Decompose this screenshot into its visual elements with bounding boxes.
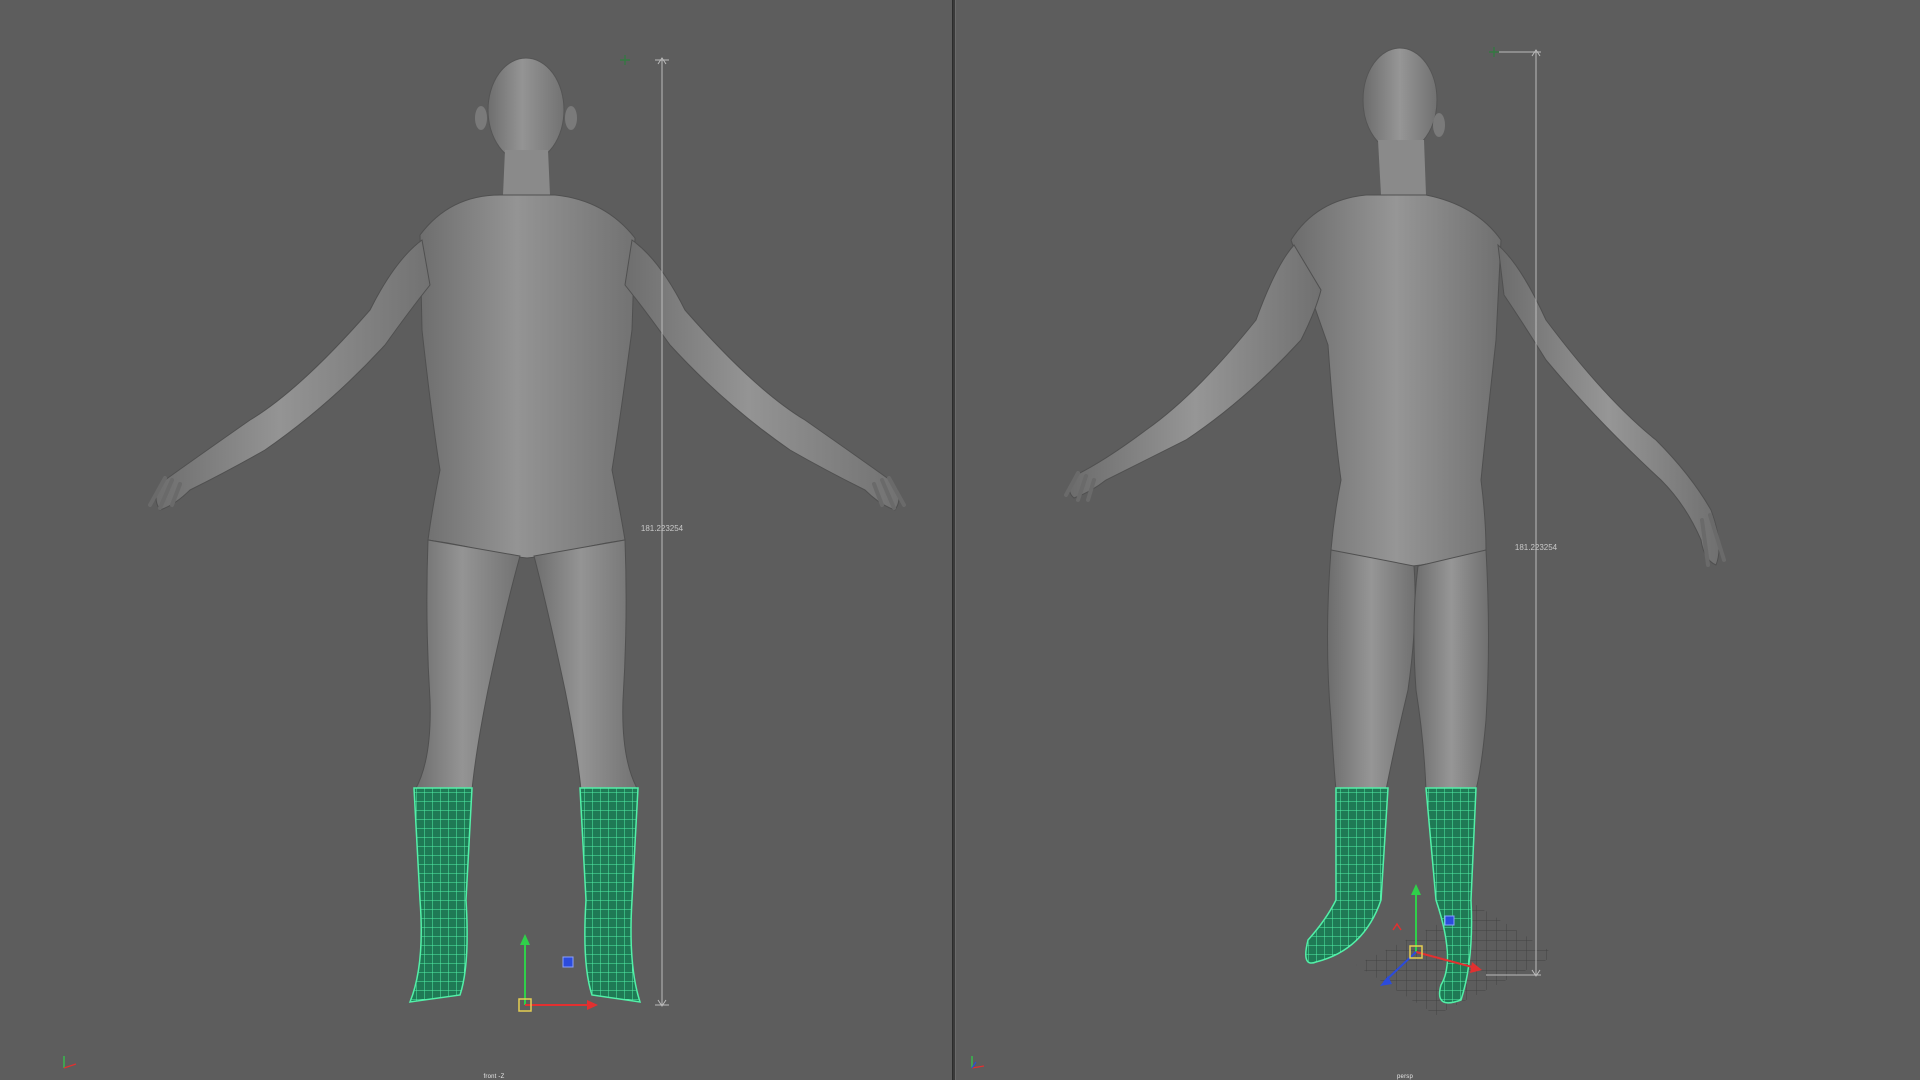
character-mesh-persp[interactable] — [1064, 47, 1726, 1004]
persp-scene[interactable] — [956, 0, 1920, 1080]
view-axis-icon — [63, 1056, 77, 1069]
persp-viewport[interactable]: 181.223254 persp — [956, 0, 1920, 1080]
front-viewport[interactable]: 181.223254 front -Z — [0, 0, 952, 1080]
distance-locator-icon[interactable] — [1486, 47, 1541, 977]
front-scene[interactable] — [0, 0, 952, 1080]
height-measure-label: 181.223254 — [640, 524, 684, 533]
camera-label-persp: persp — [1396, 1074, 1414, 1080]
character-mesh-front[interactable] — [148, 57, 906, 1003]
view-axis-icon — [971, 1056, 985, 1069]
height-measure-label: 181.223254 — [1514, 543, 1558, 552]
camera-label-front: front -Z — [483, 1074, 505, 1080]
viewport-area[interactable]: 181.223254 front -Z 181.223254 persp — [0, 0, 1920, 1080]
